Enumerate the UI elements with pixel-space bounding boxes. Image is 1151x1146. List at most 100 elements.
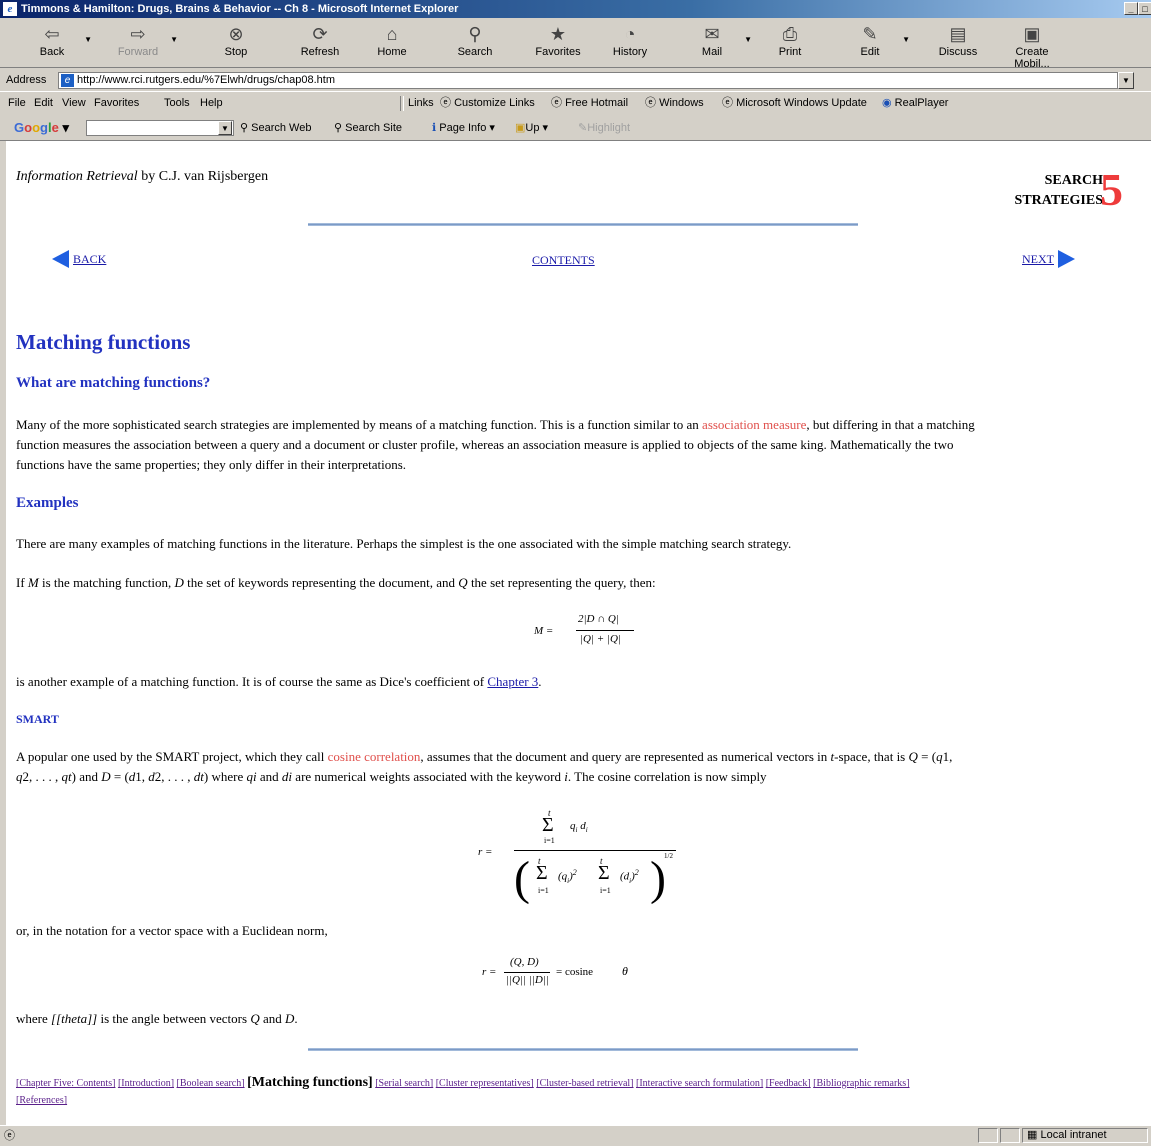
menu-help[interactable]: Help (200, 93, 223, 113)
dropdown-arrow-icon[interactable]: ▼ (902, 35, 910, 44)
contents-link[interactable]: CONTENTS (532, 253, 595, 267)
mail-button[interactable]: ✉ Mail ▼ (682, 21, 752, 65)
toolbar-button-label: Create Mobil... (1014, 46, 1050, 70)
chapter-3-link[interactable]: Chapter 3 (487, 674, 538, 689)
text: = ( (917, 749, 937, 764)
footer-link-contents[interactable]: [Chapter Five: Contents] (16, 1078, 115, 1089)
nav-back[interactable]: BACK (52, 250, 106, 269)
refresh-button[interactable]: ⟳ Refresh (290, 21, 350, 65)
minimize-button[interactable]: _ (1124, 2, 1138, 15)
back-link[interactable]: BACK (73, 252, 106, 266)
link-label: RealPlayer (894, 97, 949, 109)
edit-button[interactable]: ✎ Edit ▼ (840, 21, 910, 65)
link-label: Customize Links (454, 97, 535, 109)
dropdown-arrow-icon[interactable]: ▼ (744, 35, 752, 44)
footer-link-serial-search[interactable]: [Serial search] (375, 1078, 433, 1089)
section-examples: Examples (16, 495, 79, 511)
footer-link-introduction[interactable]: [Introduction] (118, 1078, 174, 1089)
exponent-half: 1/2 (664, 852, 673, 860)
text: 2, . . . , (22, 769, 62, 784)
search-site-button[interactable]: ⚲ Search Site (334, 116, 402, 140)
sum-upper: t (600, 856, 603, 866)
window-title: Timmons & Hamilton: Drugs, Brains & Beha… (21, 3, 459, 15)
next-link[interactable]: NEXT (1022, 252, 1054, 266)
right-paren: ) (650, 852, 666, 905)
text: . (294, 1011, 298, 1026)
menu-favorites[interactable]: Favorites (94, 93, 139, 113)
address-url: http://www.rci.rutgers.edu/%7Elwh/drugs/… (77, 74, 336, 86)
nav-next[interactable]: NEXT (1022, 250, 1075, 269)
google-logo[interactable]: Google ▾ (14, 116, 69, 140)
formula-lhs: r = (478, 846, 493, 858)
menu-tools[interactable]: Tools (164, 93, 190, 113)
menu-file[interactable]: File (8, 93, 26, 113)
page-info-button[interactable]: ℹ Page Info ▾ (432, 116, 495, 140)
print-button[interactable]: ⎙ Print (760, 21, 820, 65)
subscript: i (567, 876, 570, 885)
discuss-button[interactable]: ▤ Discuss (928, 21, 988, 65)
var-m: M (27, 575, 39, 590)
link-customize-links[interactable]: ⓔ Customize Links (440, 93, 535, 113)
link-windows-update[interactable]: ⓔ Microsoft Windows Update (722, 93, 867, 113)
forward-button[interactable]: ⇨ Forward ▼ (108, 21, 178, 65)
window-titlebar[interactable]: e Timmons & Hamilton: Drugs, Brains & Beh… (0, 0, 1151, 18)
text: the set representing the query, then: (467, 575, 656, 590)
toolbar-button-label: Print (778, 46, 802, 58)
footer-link-interactive-search[interactable]: [Interactive search formulation] (636, 1078, 763, 1089)
link-windows[interactable]: ⓔ Windows (645, 93, 704, 113)
search-button[interactable]: ⚲ Search (445, 21, 505, 65)
var-qi: qi (246, 769, 257, 784)
footer-link-bibliographic-remarks[interactable]: [Bibliographic remarks] (813, 1078, 909, 1089)
home-button[interactable]: ⌂ Home (362, 21, 422, 65)
intranet-icon: ▦ (1027, 1129, 1038, 1141)
toolbar-separator (400, 96, 404, 111)
toolbar-button-label: Forward (117, 46, 159, 58)
back-button[interactable]: ⇦ Back ▼ (22, 21, 92, 65)
formula-lhs: M = (534, 625, 554, 637)
text: Many of the more sophisticated search st… (16, 417, 703, 432)
address-input[interactable]: e http://www.rci.rutgers.edu/%7Elwh/drug… (58, 72, 1118, 89)
dropdown-arrow-icon[interactable]: ▼ (170, 35, 178, 44)
mail-icon: ✉ (704, 24, 720, 44)
sum-lower: i=1 (538, 886, 549, 895)
sum-upper: t (538, 856, 541, 866)
history-button[interactable]: ◔ History (600, 21, 660, 65)
toolbar-button-label: Back (39, 46, 65, 58)
forward-arrow-icon: ⇨ (130, 24, 146, 44)
discuss-icon: ▤ (949, 24, 967, 44)
maximize-button[interactable]: □ (1138, 2, 1151, 15)
binoculars-icon: ⚲ (240, 122, 249, 134)
formula-numerator: 2|D ∩ Q| (578, 613, 619, 625)
folder-up-icon: ▣ (515, 122, 526, 134)
up-label: Up (525, 122, 540, 134)
dropdown-arrow-icon[interactable]: ▼ (84, 35, 92, 44)
menu-edit[interactable]: Edit (34, 93, 53, 113)
up-button[interactable]: ▣Up ▾ (515, 116, 548, 140)
footer-navigation: [Chapter Five: Contents] [Introduction] … (16, 1074, 1136, 1109)
footer-link-cluster-based-retrieval[interactable]: [Cluster-based retrieval] (536, 1078, 633, 1089)
text: . The cosine correlation is now simply (567, 769, 767, 784)
page-content: Information Retrieval by C.J. van Rijsbe… (6, 141, 1151, 1125)
stop-button[interactable]: ⊗ Stop (206, 21, 266, 65)
google-search-input[interactable] (86, 120, 234, 136)
footer-link-boolean-search[interactable]: [Boolean search] (177, 1078, 245, 1089)
toolbar-button-label: Mail (701, 46, 723, 58)
fraction-bar (514, 850, 676, 851)
text: and (256, 769, 282, 784)
footer-link-references[interactable]: [References] (16, 1095, 67, 1106)
footer-link-feedback[interactable]: [Feedback] (766, 1078, 811, 1089)
address-dropdown-button[interactable]: ▼ (1118, 72, 1134, 89)
highlighter-icon: ✎ (578, 122, 588, 134)
link-realplayer[interactable]: ◉ RealPlayer (882, 93, 948, 113)
link-label: Microsoft Windows Update (736, 97, 867, 109)
google-search-dropdown[interactable]: ▼ (218, 121, 232, 135)
search-web-button[interactable]: ⚲ Search Web (240, 116, 311, 140)
info-icon: ℹ (432, 122, 437, 134)
link-free-hotmail[interactable]: ⓔ Free Hotmail (551, 93, 628, 113)
menu-view[interactable]: View (62, 93, 86, 113)
cosine-formula: r = t Σ i=1 qi di ( Σ t i=1 (qi)2 Σ t i=… (478, 806, 678, 916)
footer-link-cluster-representatives[interactable]: [Cluster representatives] (436, 1078, 534, 1089)
create-mobil-button[interactable]: ▣ Create Mobil... (1002, 21, 1062, 70)
highlight-button[interactable]: ✎Highlight (578, 116, 630, 140)
favorites-button[interactable]: ★ Favorites (528, 21, 588, 65)
